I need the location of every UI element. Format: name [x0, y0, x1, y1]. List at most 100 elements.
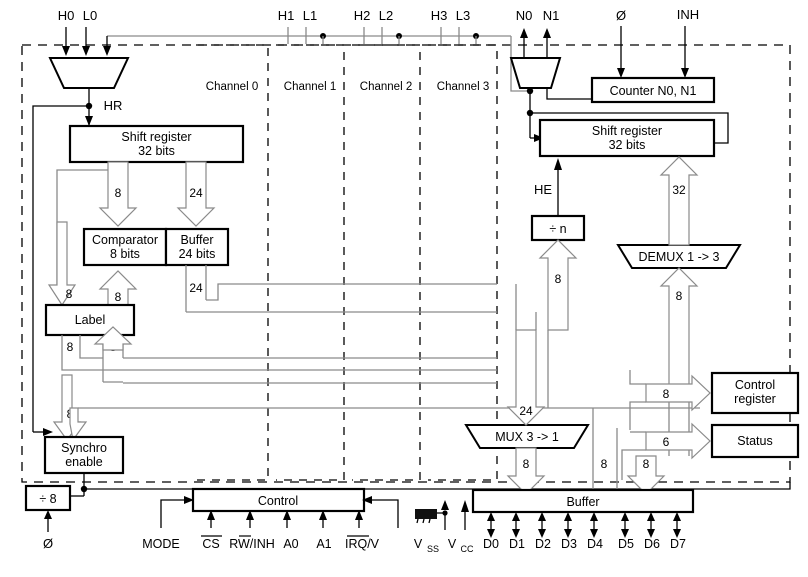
pin-label-inh: INH — [677, 7, 699, 22]
channel-box-2 — [352, 44, 421, 481]
label-block-line1: Label — [75, 313, 106, 327]
pin-label-h2: H2 — [354, 8, 371, 23]
arrowhead-n1 — [543, 28, 551, 38]
bus-to-status — [645, 422, 711, 460]
channel-box-1 — [276, 44, 345, 481]
data-pin-label-d0: D0 — [483, 537, 499, 551]
shift-register-left-line2: 32 bits — [138, 144, 175, 158]
arrowhead-he — [554, 158, 562, 170]
width-sr-comparator: 8 — [115, 186, 122, 200]
schematic-svg: Shift register 32 bits 8 24 Comparator 8… — [21, 7, 800, 554]
comparator-line1: Comparator — [92, 233, 158, 247]
shift-register-left-line1: Shift register — [121, 130, 191, 144]
bus-demux-to-sr32 — [659, 156, 699, 246]
pin-label-h0: H0 — [58, 8, 75, 23]
arrowhead-common-mux0 — [103, 46, 111, 56]
width-mux-in: 24 — [519, 404, 533, 418]
comparator-line2: 8 bits — [110, 247, 140, 261]
width-buffer24-out: 24 — [189, 281, 203, 295]
input-mux-right — [509, 57, 562, 89]
pin-label-h3: H3 — [431, 8, 448, 23]
buffer-bottom-line1: Buffer — [566, 495, 599, 509]
width-demux-32: 32 — [672, 183, 686, 197]
power-pin-label-vss: V — [414, 537, 423, 551]
input-mux-left — [48, 57, 130, 89]
bus-from-busline5-to-synchro — [69, 407, 88, 442]
data-pin-label-d1: D1 — [509, 537, 525, 551]
channel-label-2: Channel 2 — [360, 81, 412, 93]
width-sr-buffer24: 24 — [189, 186, 203, 200]
wire-gnd-hatch2 — [422, 518, 425, 524]
wire-ctrlreg-feed-b — [629, 401, 646, 430]
data-pin-label-d7: D7 — [670, 537, 686, 551]
width-label-comparator: 8 — [115, 290, 122, 304]
arrowhead-vss — [441, 500, 449, 510]
bus-mux31-to-buffer — [506, 447, 546, 495]
pin-label-l1: L1 — [303, 8, 317, 23]
width-control-register-in: 8 — [663, 387, 670, 401]
control-pin-label-rwinh: RW/INH — [229, 537, 275, 551]
data-pin-label-d2: D2 — [535, 537, 551, 551]
channel-box-3 — [428, 44, 498, 481]
phi-bottom-label: Ø — [43, 536, 53, 551]
data-pin-label-d6: D6 — [644, 537, 660, 551]
junction-mux-right-a — [526, 87, 534, 95]
arrowhead-n0 — [520, 28, 528, 38]
control-line1: Control — [258, 494, 298, 508]
pin-label-l0: L0 — [83, 8, 97, 23]
arrowhead-phi-bottom — [44, 510, 52, 519]
wire-label-out-left2 — [79, 335, 103, 359]
control-register-line2: register — [734, 392, 776, 406]
width-buffer-d5: 8 — [643, 457, 650, 471]
mux31-line1: MUX 3 -> 1 — [495, 430, 559, 444]
pin-label-l3: L3 — [456, 8, 470, 23]
data-pin-arrows — [487, 512, 681, 538]
arrowhead-l0 — [82, 46, 90, 56]
synchro-line1: Synchro — [61, 441, 107, 455]
data-pin-label-d4: D4 — [587, 537, 603, 551]
demux-line1: DEMUX 1 -> 3 — [639, 250, 720, 264]
channel-label-1: Channel 1 — [284, 81, 336, 93]
wire-mux-to-counter — [546, 88, 592, 100]
status-line1: Status — [737, 434, 772, 448]
width-comparator-label: 8 — [66, 287, 73, 301]
pin-label-n1: N1 — [543, 8, 560, 23]
control-pin-label-a1: A1 — [316, 537, 331, 551]
junction-vss — [442, 510, 448, 516]
wire-mode — [160, 499, 186, 528]
arrowhead-sr-left-in — [85, 116, 93, 126]
block-diagram-canvas: Shift register 32 bits 8 24 Comparator 8… — [0, 0, 808, 577]
control-register-line1: Control — [735, 378, 775, 392]
ground-symbol — [415, 509, 437, 519]
pin-label-l2: L2 — [379, 8, 393, 23]
hr-label: HR — [104, 98, 123, 113]
width-status-in: 6 — [663, 435, 670, 449]
power-pin-label-vcc: V — [448, 537, 457, 551]
arrowhead-h0 — [62, 46, 70, 56]
buffer24-line2: 24 bits — [179, 247, 216, 261]
synchro-line2: enable — [65, 455, 103, 469]
control-pin-label-a0: A0 — [283, 537, 298, 551]
arrowhead-inh — [681, 68, 689, 78]
arrowhead-vcc — [461, 500, 469, 512]
pin-label-h1: H1 — [278, 8, 295, 23]
width-demux-in: 8 — [676, 289, 683, 303]
control-pin-label-irqv: IRQ/V — [345, 537, 380, 551]
width-buffer-d4: 8 — [601, 457, 608, 471]
pin-label-n0: N0 — [516, 8, 533, 23]
channel-label-3: Channel 3 — [437, 81, 489, 93]
power-pin-sub-vcc: CC — [461, 544, 474, 554]
divide-n-line1: ÷ n — [549, 222, 566, 236]
pin-label-phi-top: Ø — [616, 8, 626, 23]
wire-clock-rail-right — [84, 482, 791, 490]
data-pin-label-d3: D3 — [561, 537, 577, 551]
wire-ctrlreg-feed-a — [629, 370, 646, 385]
control-pin-label-mode: MODE — [142, 537, 180, 551]
wire-gnd-hatch1 — [416, 518, 419, 524]
channel-label-0: Channel 0 — [206, 81, 258, 93]
he-label: HE — [534, 182, 552, 197]
bus-into-demux — [659, 267, 699, 391]
control-pin-label-cs: CS — [202, 537, 219, 551]
width-divn-in: 8 — [555, 272, 562, 286]
wire-buffer24-route-1 — [206, 283, 497, 301]
